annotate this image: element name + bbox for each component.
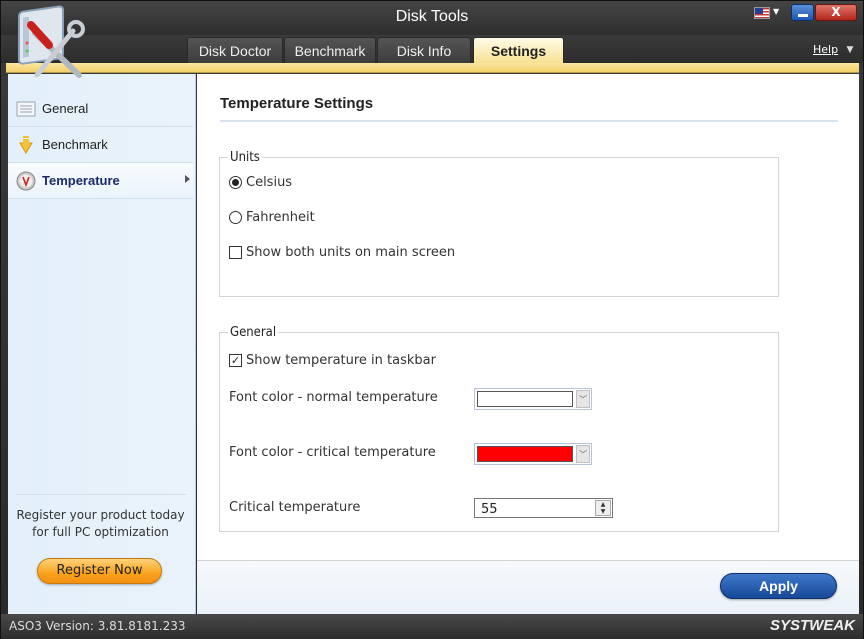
fahrenheit-radio[interactable] xyxy=(229,211,242,224)
show-temp-taskbar-checkbox[interactable]: ✓ xyxy=(229,354,242,367)
normal-color-swatch xyxy=(477,391,573,407)
taskbar-temp-row[interactable]: ✓ Show temperature in taskbar xyxy=(229,353,436,368)
version-label: ASO3 Version: 3.81.8181.233 xyxy=(9,619,186,633)
critical-color-row: Font color - critical temperature xyxy=(229,445,436,460)
tab-settings[interactable]: Settings xyxy=(473,37,564,65)
promo-line: for full PC optimization xyxy=(32,525,169,539)
minimize-button[interactable] xyxy=(791,4,814,21)
celsius-label[interactable]: Celsius xyxy=(246,175,292,190)
show-temp-taskbar-label[interactable]: Show temperature in taskbar xyxy=(246,353,436,368)
normal-color-picker[interactable]: ﹀ xyxy=(474,388,592,410)
show-both-units-label[interactable]: Show both units on main screen xyxy=(246,245,455,260)
sidebar-item-benchmark[interactable]: Benchmark xyxy=(8,127,193,163)
app-window: Disk Tools ▼ X aso Disk Doctor Benchmark… xyxy=(0,0,864,639)
critical-temp-row: Critical temperature xyxy=(229,500,360,515)
systweak-logo: SYSTWEAK xyxy=(769,617,855,634)
critical-color-picker[interactable]: ﹀ xyxy=(474,443,592,465)
chevron-down-icon[interactable]: ﹀ xyxy=(576,445,590,463)
celsius-radio[interactable] xyxy=(229,176,242,189)
disk-tools-logo-icon xyxy=(18,5,85,78)
critical-temp-input[interactable] xyxy=(475,499,595,517)
us-flag-icon[interactable] xyxy=(754,7,770,19)
units-legend: Units xyxy=(230,150,260,165)
chevron-right-icon xyxy=(185,175,190,183)
fahrenheit-radio-row[interactable]: Fahrenheit xyxy=(229,210,315,225)
close-button[interactable]: X xyxy=(815,4,857,21)
title-bar: Disk Tools ▼ X xyxy=(1,1,863,35)
sidebar: General Benchmark Temperature Register y… xyxy=(8,74,196,614)
window-title: Disk Tools xyxy=(395,8,469,25)
sidebar-item-label: Benchmark xyxy=(42,137,108,152)
tab-disk-info[interactable]: Disk Info xyxy=(377,37,471,64)
normal-color-row: Font color - normal temperature xyxy=(229,390,438,405)
sidebar-item-temperature[interactable]: Temperature xyxy=(8,163,193,199)
register-now-button[interactable]: Register Now xyxy=(37,558,162,584)
sidebar-item-general[interactable]: General xyxy=(8,91,193,127)
list-icon xyxy=(16,101,36,116)
spin-up-down-icon[interactable]: ▲ ▼ xyxy=(595,500,611,516)
fahrenheit-label[interactable]: Fahrenheit xyxy=(246,210,315,225)
download-arrow-icon xyxy=(19,135,33,154)
critical-temp-label: Critical temperature xyxy=(229,500,361,515)
chevron-down-icon[interactable]: ﹀ xyxy=(576,390,590,408)
sidebar-item-label: General xyxy=(42,101,89,116)
divider xyxy=(16,494,186,495)
help-dropdown-icon[interactable]: ▼ xyxy=(843,41,857,59)
critical-color-label: Font color - critical temperature xyxy=(229,445,436,460)
critical-temp-spinner[interactable]: ▲▼ xyxy=(474,498,613,518)
critical-color-swatch xyxy=(477,446,573,462)
sidebar-item-label: Temperature xyxy=(42,173,120,188)
apply-button[interactable]: Apply xyxy=(720,573,837,599)
show-both-units-row[interactable]: Show both units on main screen xyxy=(229,245,455,260)
general-legend: General xyxy=(230,325,277,340)
language-dropdown-icon[interactable]: ▼ xyxy=(773,7,779,16)
status-bar: ASO3 Version: 3.81.8181.233 SYSTWEAK xyxy=(1,614,863,639)
register-promo-text: Register your product today for full PC … xyxy=(8,507,193,541)
celsius-radio-row[interactable]: Celsius xyxy=(229,175,292,190)
divider xyxy=(220,120,838,122)
help-menu[interactable]: Help xyxy=(813,43,838,56)
thermometer-gauge-icon xyxy=(16,171,36,190)
show-both-units-checkbox[interactable] xyxy=(229,246,242,259)
tab-disk-doctor[interactable]: Disk Doctor xyxy=(187,37,283,64)
page-title: Temperature Settings xyxy=(220,95,374,112)
normal-color-label: Font color - normal temperature xyxy=(229,390,438,405)
promo-line: Register your product today xyxy=(16,508,185,522)
tab-bar: Disk Doctor Benchmark Disk Info Settings xyxy=(1,35,863,65)
settings-panel: Temperature Settings Units Celsius Fahre… xyxy=(197,74,859,614)
tab-accent-bar xyxy=(6,63,859,73)
tab-benchmark[interactable]: Benchmark xyxy=(284,37,376,64)
